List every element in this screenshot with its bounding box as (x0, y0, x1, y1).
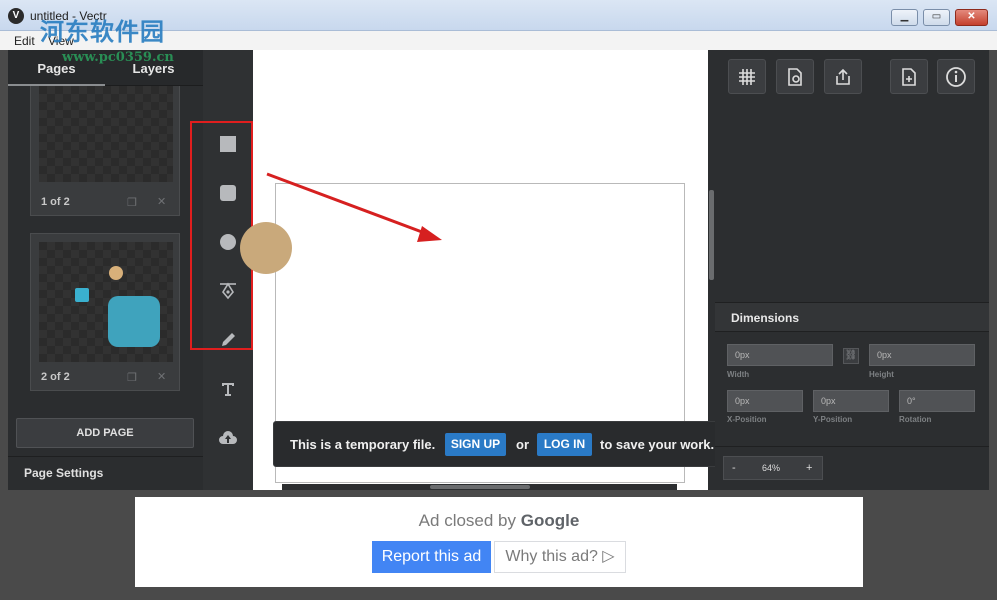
banner-or-text: or (516, 437, 529, 452)
close-button[interactable]: ✕ (955, 9, 988, 26)
report-ad-button[interactable]: Report this ad (372, 541, 491, 573)
page-card-1[interactable]: 1 of 2 ❐ ✕ (30, 86, 180, 216)
delete-page-icon[interactable]: ✕ (157, 195, 166, 208)
annotation-arrow (266, 172, 442, 242)
vectr-app-icon: V (8, 8, 24, 24)
thumb-square (75, 288, 89, 302)
dimensions-header: Dimensions (715, 302, 989, 332)
page-settings-icon[interactable] (776, 59, 814, 94)
menu-edit[interactable]: Edit (14, 34, 35, 48)
zoom-control: - 64% + (723, 456, 823, 480)
google-logo: Google (520, 511, 580, 530)
site-watermark-url: www.pc0359.cn (62, 50, 174, 65)
properties-panel: Dimensions 0px Width ⛓ 0px Height 0px X-… (715, 50, 989, 490)
y-position-field[interactable]: 0px (813, 390, 889, 412)
minimize-button[interactable]: ▁ (891, 9, 918, 26)
height-field[interactable]: 0px (869, 344, 975, 366)
banner-text-before: This is a temporary file. (290, 437, 436, 452)
vertical-scroll-thumb[interactable] (709, 190, 714, 280)
why-this-ad-button[interactable]: Why this ad? ▷ (494, 541, 626, 573)
page-thumbnail-1[interactable] (39, 86, 173, 182)
x-position-label: X-Position (727, 415, 767, 424)
x-position-field[interactable]: 0px (727, 390, 803, 412)
log-in-button[interactable]: LOG IN (537, 433, 592, 456)
y-position-label: Y-Position (813, 415, 853, 424)
maximize-button[interactable]: ▭ (923, 9, 950, 26)
width-field[interactable]: 0px (727, 344, 833, 366)
horizontal-scroll-thumb[interactable] (430, 485, 530, 489)
page-settings-header[interactable]: Page Settings (8, 456, 203, 490)
export-icon[interactable] (824, 59, 862, 94)
temporary-file-banner: This is a temporary file. SIGN UP or LOG… (273, 421, 728, 467)
rotation-field[interactable]: 0° (899, 390, 975, 412)
zoom-level: 64% (762, 463, 781, 473)
duplicate-page-icon[interactable]: ❐ (127, 196, 137, 209)
info-icon[interactable] (937, 59, 975, 94)
page-label-1: 1 of 2 (41, 196, 70, 208)
text-icon[interactable] (217, 378, 239, 400)
rotation-label: Rotation (899, 415, 932, 424)
ad-banner: Ad closed by Google Report this ad Why t… (135, 497, 863, 587)
thumb-circle (109, 266, 123, 280)
pages-panel: Pages Layers 1 of 2 ❐ ✕ 2 of 2 ❐ ✕ ADD P… (8, 50, 203, 490)
link-aspect-icon[interactable]: ⛓ (843, 348, 859, 364)
ad-closed-prefix: Ad closed by (418, 511, 517, 530)
width-label: Width (727, 370, 750, 379)
zoom-out-button[interactable]: - (732, 462, 736, 474)
zoom-divider (715, 446, 989, 447)
zoom-in-button[interactable]: + (806, 462, 812, 474)
new-page-icon[interactable] (890, 59, 928, 94)
height-label: Height (869, 370, 894, 379)
ad-closed-text: Ad closed by Google (135, 511, 863, 531)
banner-text-after: to save your work. (600, 437, 715, 452)
duplicate-page-icon[interactable]: ❐ (127, 371, 137, 384)
upload-icon[interactable] (217, 427, 239, 449)
add-page-button[interactable]: ADD PAGE (16, 418, 194, 448)
delete-page-icon[interactable]: ✕ (157, 370, 166, 383)
grid-icon[interactable] (728, 59, 766, 94)
canvas-rounded-square-shape[interactable] (108, 296, 160, 347)
sign-up-button[interactable]: SIGN UP (445, 433, 506, 456)
site-watermark: 河东软件园 (40, 17, 165, 46)
page-label-2: 2 of 2 (41, 371, 70, 383)
